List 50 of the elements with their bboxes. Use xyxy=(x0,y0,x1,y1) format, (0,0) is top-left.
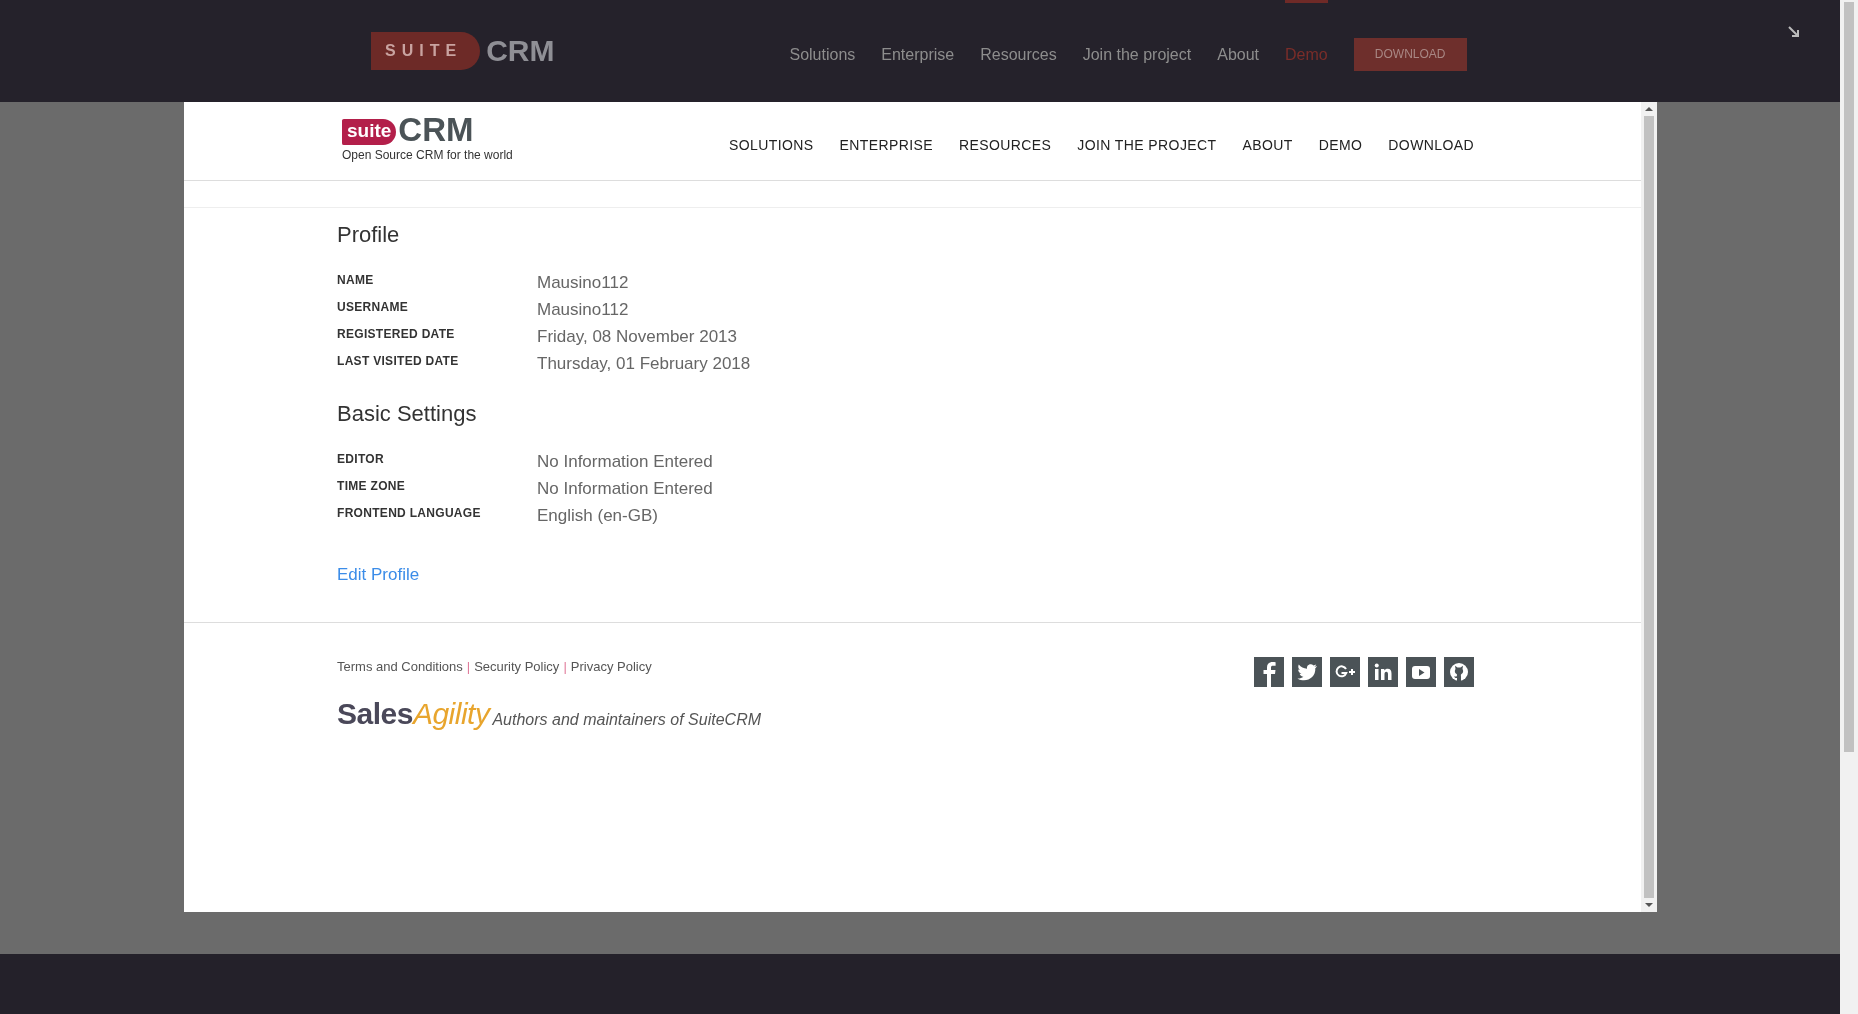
nav-link[interactable]: Solutions xyxy=(789,0,856,102)
field-value: English (en-GB) xyxy=(537,506,658,526)
nav-link[interactable]: RESOURCES xyxy=(959,137,1052,153)
nav-link[interactable]: DOWNLOAD xyxy=(1388,137,1474,153)
separator: | xyxy=(466,659,471,674)
nav-link[interactable]: About xyxy=(1217,0,1259,102)
bird-icon[interactable] xyxy=(1292,657,1322,687)
scrollbar[interactable] xyxy=(1641,102,1657,912)
separator: | xyxy=(563,659,567,674)
arrow-icon[interactable] xyxy=(1788,26,1800,38)
logo-tagline: Open Source CRM for the world xyxy=(342,148,513,162)
edit-profile-link[interactable]: Edit Profile xyxy=(337,565,420,585)
google-plus-icon[interactable] xyxy=(1330,657,1360,687)
video-play-icon[interactable] xyxy=(1406,657,1436,687)
nav-link[interactable]: Enterprise xyxy=(881,0,955,102)
field-value: Thursday, 01 February 2018 xyxy=(537,354,751,374)
field-value: No Information Entered xyxy=(537,479,713,499)
nav-link[interactable]: ABOUT xyxy=(1242,137,1293,153)
facebook-icon[interactable] xyxy=(1254,657,1284,687)
field-label: REGISTERED DATE xyxy=(337,327,456,341)
nav-link[interactable]: Resources xyxy=(980,0,1057,102)
field-label: TIME ZONE xyxy=(337,479,407,493)
logo-text[interactable]: CRM xyxy=(398,115,474,145)
linkedin-icon[interactable] xyxy=(1368,657,1398,687)
footer-link[interactable]: Security Policy xyxy=(474,659,560,674)
nav-link[interactable]: SOLUTIONS xyxy=(729,137,814,153)
field-label: NAME xyxy=(337,273,375,287)
footer-link[interactable]: Privacy Policy xyxy=(570,659,652,674)
github-icon[interactable] xyxy=(1444,657,1474,687)
logo-text[interactable]: CRM xyxy=(486,34,555,68)
field-label: USERNAME xyxy=(337,300,410,314)
field-value: Friday, 08 November 2013 xyxy=(537,327,737,347)
nav-link[interactable]: ENTERPRISE xyxy=(839,137,934,153)
field-value: Mausino112 xyxy=(537,300,629,320)
section-title: Profile xyxy=(337,222,401,248)
footer-tagline: Authors and maintainers of SuiteCRM xyxy=(492,711,761,729)
field-label: EDITOR xyxy=(337,452,385,466)
nav-link[interactable]: DEMO xyxy=(1318,137,1363,153)
company-logo[interactable]: SalesAgility xyxy=(337,697,490,731)
nav-link[interactable]: JOIN THE PROJECT xyxy=(1077,137,1217,153)
scrollbar[interactable] xyxy=(1840,0,1858,1014)
field-label: LAST VISITED DATE xyxy=(337,354,460,368)
section-title: Basic Settings xyxy=(337,401,478,427)
nav-link[interactable]: Join the project xyxy=(1082,0,1192,102)
field-value: Mausino112 xyxy=(537,273,629,293)
logo-badge[interactable]: SUITE xyxy=(371,32,481,70)
field-value: No Information Entered xyxy=(537,452,713,472)
logo-badge[interactable]: suite xyxy=(342,119,397,145)
footer-link[interactable]: Terms and Conditions xyxy=(337,659,463,674)
field-label: FRONTEND LANGUAGE xyxy=(337,506,482,520)
